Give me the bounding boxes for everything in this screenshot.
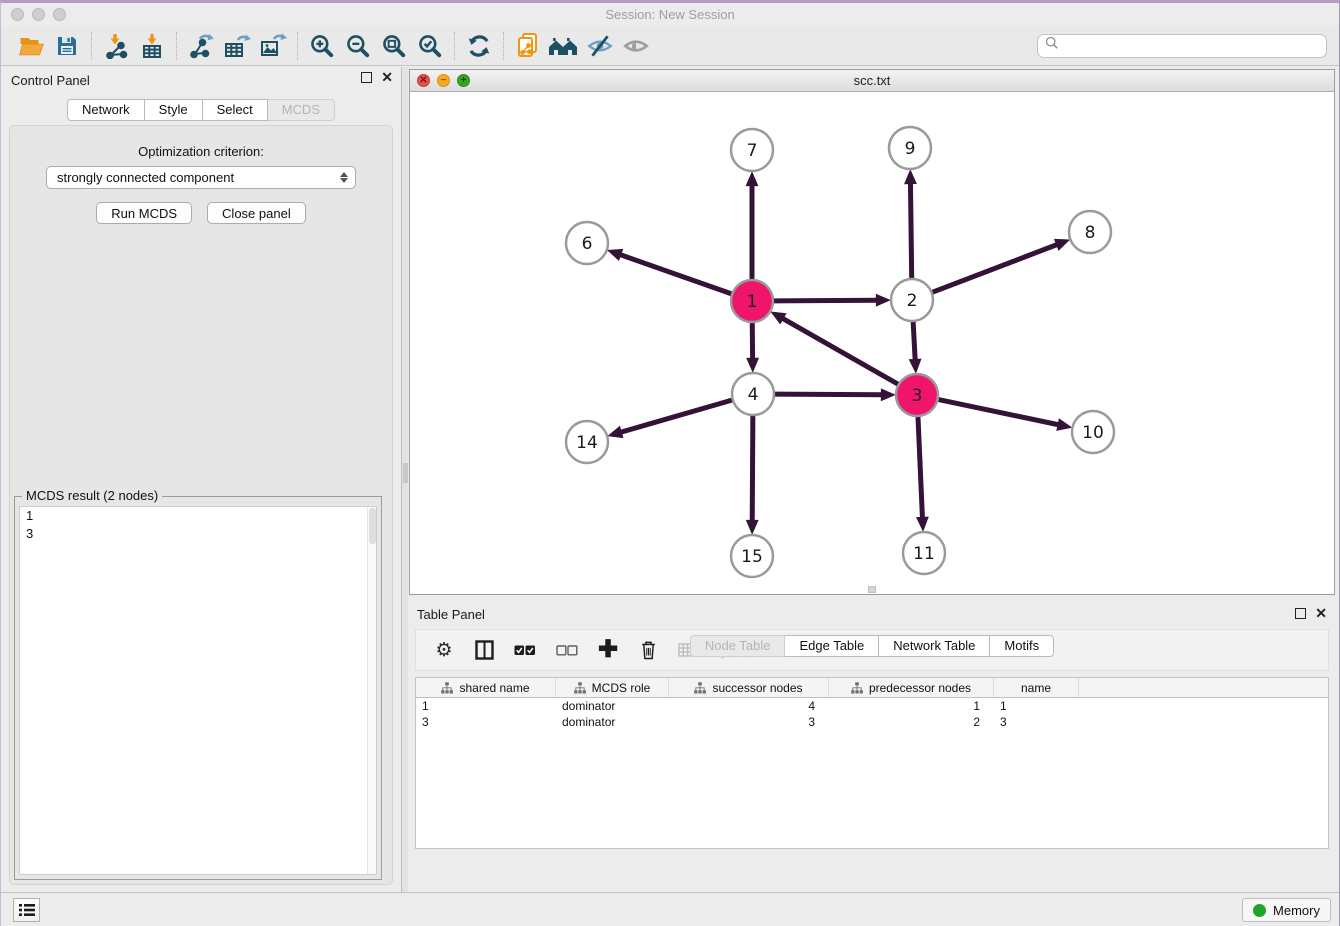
zoom-fit-icon[interactable] [376,30,412,62]
criterion-value: strongly connected component [57,170,340,185]
float-panel-icon[interactable] [361,72,372,83]
toolbar-separator [297,32,298,60]
chevron-updown-icon [340,172,351,183]
network-graph-svg[interactable]: 7 9 6 8 1 2 4 3 14 10 15 11 [410,92,1334,594]
graph-node-label-9: 9 [905,139,916,159]
network-window-title: scc.txt [410,73,1334,88]
memory-status-dot [1253,904,1266,917]
network-canvas[interactable]: 7 9 6 8 1 2 4 3 14 10 15 11 [410,92,1334,594]
application-window: Session: New Session [0,0,1340,926]
tab-mcds[interactable]: MCDS [268,99,335,121]
close-panel-icon[interactable]: ✕ [381,72,393,83]
import-table-icon[interactable] [134,30,170,62]
open-file-icon[interactable] [13,30,49,62]
memory-button[interactable]: Memory [1242,898,1331,922]
hide-selected-icon[interactable] [582,30,618,62]
result-line: 3 [20,525,376,543]
main-toolbar [1,26,1339,66]
toolbar-separator [176,32,177,60]
clone-network-icon[interactable] [510,30,546,62]
export-table-icon[interactable] [219,30,255,62]
main-titlebar: Session: New Session [1,3,1339,26]
graph-edge-2-9[interactable] [910,182,911,278]
table-panel: Table Panel ✕ ⚙ ✚ f(x) [409,603,1335,889]
search-box [1037,34,1327,58]
graph-edge-2-3[interactable] [913,322,915,361]
float-table-panel-icon[interactable] [1295,608,1306,619]
graph-edge-3-10[interactable] [939,400,1060,425]
graph-node-label-3: 3 [912,386,923,406]
mcds-result-group: MCDS result (2 nodes) 1 3 [14,496,382,880]
tab-network[interactable]: Network [67,99,145,121]
control-panel-title: Control Panel [11,73,90,88]
tab-motifs[interactable]: Motifs [990,635,1054,657]
network-window: ✕ − + scc.txt 7 9 6 8 1 2 4 3 14 10 15 11 [409,69,1335,595]
tab-node-table[interactable]: Node Table [690,635,786,657]
control-panel: Control Panel ✕ Network Style Select MCD… [1,67,401,895]
criterion-dropdown[interactable]: strongly connected component [46,166,356,189]
graph-node-label-6: 6 [582,234,593,254]
optimization-criterion-label: Optimization criterion: [10,144,392,159]
graph-edge-1-2[interactable] [774,300,878,301]
export-network-icon[interactable] [183,30,219,62]
zoom-selected-icon[interactable] [412,30,448,62]
import-network-icon[interactable] [98,30,134,62]
search-input[interactable] [1064,38,1319,53]
tab-network-table[interactable]: Network Table [879,635,990,657]
graph-node-label-7: 7 [747,141,758,161]
show-all-icon[interactable] [618,30,654,62]
graph-node-label-10: 10 [1082,423,1104,443]
close-panel-button[interactable]: Close panel [207,202,306,224]
mcds-result-text[interactable]: 1 3 [19,506,377,875]
splitter-handle[interactable] [403,463,408,483]
graph-node-label-15: 15 [741,547,763,567]
result-line: 1 [20,507,376,525]
graph-edge-4-15[interactable] [752,416,753,522]
close-table-panel-icon[interactable]: ✕ [1315,608,1327,619]
graph-node-label-14: 14 [576,433,598,453]
table-tabs: Node Table Edge Table Network Table Moti… [409,635,1335,887]
graph-node-label-2: 2 [907,291,918,311]
graph-node-label-8: 8 [1085,223,1096,243]
graph-edge-3-11[interactable] [918,417,923,519]
task-history-button[interactable] [13,898,40,922]
apply-layout-icon[interactable] [461,30,497,62]
graph-edge-3-1[interactable] [782,318,898,384]
tab-edge-table[interactable]: Edge Table [785,635,879,657]
window-title: Session: New Session [1,7,1339,22]
run-mcds-button[interactable]: Run MCDS [96,202,192,224]
toolbar-separator [503,32,504,60]
graph-node-label-4: 4 [748,385,759,405]
window-resize-grip[interactable] [868,586,876,593]
status-bar: Memory [1,892,1339,926]
toolbar-separator [91,32,92,60]
graph-edge-4-3[interactable] [775,394,883,395]
graph-edge-1-6[interactable] [619,254,731,293]
save-session-icon[interactable] [49,30,85,62]
graph-edge-4-14[interactable] [620,400,732,432]
export-image-icon[interactable] [255,30,291,62]
toolbar-separator [454,32,455,60]
mcds-result-title: MCDS result (2 nodes) [22,488,162,503]
panel-splitter[interactable] [401,67,408,895]
table-panel-title: Table Panel [417,607,485,622]
zoom-in-icon[interactable] [304,30,340,62]
search-icon [1045,36,1059,55]
zoom-out-icon[interactable] [340,30,376,62]
graph-edge-2-8[interactable] [933,244,1059,292]
result-scrollbar[interactable] [367,507,376,874]
network-window-titlebar[interactable]: ✕ − + scc.txt [410,70,1334,92]
graph-node-label-1: 1 [747,292,758,312]
mcds-panel: Optimization criterion: strongly connect… [9,125,393,885]
tab-style[interactable]: Style [145,99,203,121]
memory-label: Memory [1273,903,1320,918]
first-neighbors-icon[interactable] [546,30,582,62]
control-panel-tabs: Network Style Select MCDS [1,99,401,121]
list-icon [19,903,35,917]
tab-select[interactable]: Select [203,99,268,121]
graph-node-label-11: 11 [913,544,935,564]
